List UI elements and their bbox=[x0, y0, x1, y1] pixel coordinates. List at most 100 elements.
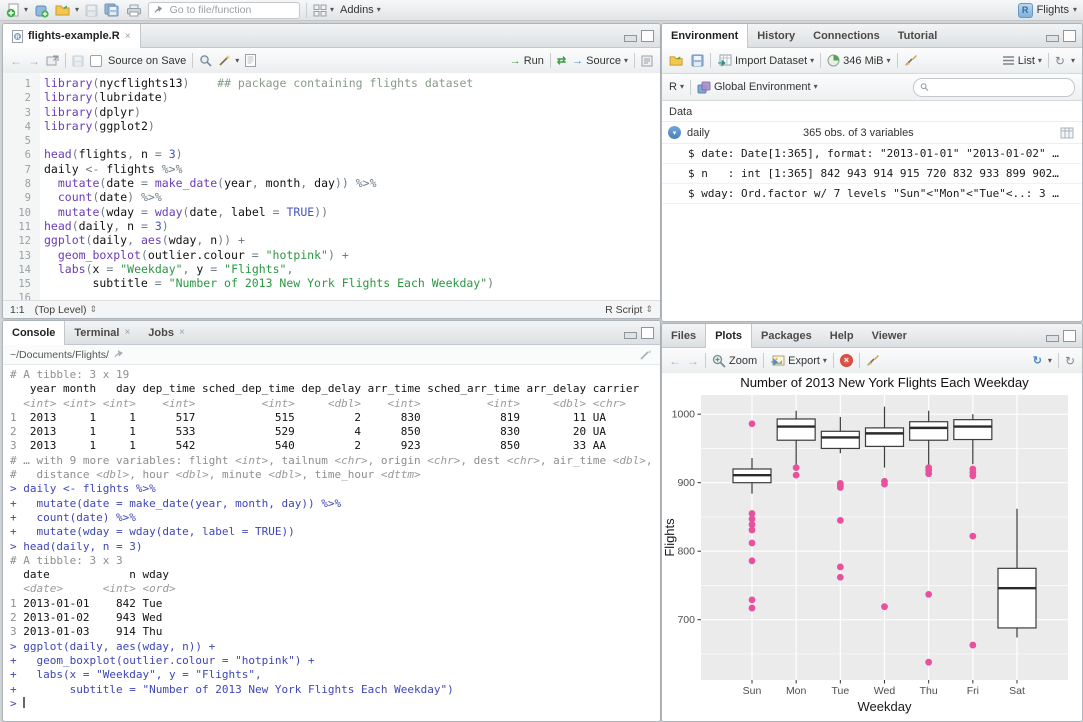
tab-console[interactable]: Console bbox=[3, 321, 65, 345]
view-table-icon[interactable] bbox=[1060, 127, 1074, 139]
minimize-pane-button[interactable] bbox=[1046, 35, 1059, 42]
publish-icon[interactable]: ↻ bbox=[1033, 354, 1042, 367]
close-icon[interactable]: × bbox=[125, 31, 131, 42]
maximize-pane-button[interactable] bbox=[1063, 30, 1076, 42]
tab-packages[interactable]: Packages bbox=[752, 324, 821, 347]
back-icon[interactable]: ← bbox=[10, 54, 22, 68]
expand-object-icon[interactable]: ▾ bbox=[668, 126, 681, 139]
console-line: + geom_boxplot(outlier.colour = "hotpink… bbox=[10, 654, 660, 668]
maximize-pane-button[interactable] bbox=[641, 327, 654, 339]
code-editor[interactable]: 1library(nycflights13) ## package contai… bbox=[3, 73, 660, 301]
save-button[interactable] bbox=[85, 4, 98, 17]
line-number: 1 bbox=[3, 77, 31, 91]
language-selector[interactable]: R ▾ bbox=[669, 81, 684, 93]
close-icon[interactable]: × bbox=[179, 327, 185, 338]
save-icon[interactable] bbox=[72, 55, 84, 67]
open-folder-icon bbox=[55, 3, 72, 17]
tab-terminal[interactable]: Terminal× bbox=[65, 321, 139, 344]
open-file-button[interactable]: ▾ bbox=[55, 3, 79, 17]
language-label: R bbox=[669, 81, 677, 93]
source-button[interactable]: → Source ▾ bbox=[572, 55, 628, 67]
code-line: 3library(dplyr) bbox=[3, 105, 660, 119]
project-menu[interactable]: R Flights ▾ bbox=[1018, 3, 1077, 18]
next-plot-icon[interactable]: → bbox=[687, 354, 699, 368]
new-project-button[interactable] bbox=[34, 3, 49, 18]
remove-plot-icon[interactable]: × bbox=[840, 354, 853, 367]
environment-scope-selector[interactable]: Global Environment ▾ bbox=[697, 81, 818, 94]
console-line: 1 2013-01-01 842 Tue bbox=[10, 597, 660, 611]
tab-connections[interactable]: Connections bbox=[804, 24, 889, 47]
tab-files[interactable]: Files bbox=[662, 324, 705, 347]
search-icon[interactable] bbox=[199, 54, 212, 67]
goto-directory-icon[interactable] bbox=[114, 350, 124, 360]
minimize-pane-button[interactable] bbox=[624, 332, 637, 339]
maximize-pane-button[interactable] bbox=[1063, 330, 1076, 342]
code-line: 14 labs(x = "Weekday", y = "Flights", bbox=[3, 262, 660, 276]
tab-flights-example[interactable]: R flights-example.R × bbox=[3, 24, 141, 48]
object-name: daily bbox=[687, 127, 803, 139]
minimize-pane-button[interactable] bbox=[624, 35, 637, 42]
cursor-position: 1:1 bbox=[10, 304, 25, 316]
console-line: + mutate(date = make_date(year, month, d… bbox=[10, 497, 660, 511]
clear-console-icon[interactable] bbox=[639, 349, 653, 361]
import-dataset-button[interactable]: Import Dataset ▾ bbox=[717, 54, 814, 67]
tab-plots[interactable]: Plots bbox=[705, 324, 752, 348]
line-number: 5 bbox=[3, 134, 31, 148]
file-type-selector[interactable]: R Script ⇕ bbox=[605, 304, 653, 316]
caret-icon: ▾ bbox=[1073, 6, 1077, 14]
object-row-daily[interactable]: ▾ daily 365 obs. of 3 variables bbox=[662, 121, 1082, 144]
code-tools-button[interactable]: ▾ bbox=[218, 54, 239, 67]
rerun-icon[interactable]: ⇄ bbox=[557, 54, 566, 67]
clear-plots-broom-icon[interactable] bbox=[866, 354, 880, 367]
maximize-pane-button[interactable] bbox=[641, 30, 654, 42]
compile-report-icon[interactable] bbox=[245, 54, 256, 67]
line-number: 8 bbox=[3, 177, 31, 191]
minimize-pane-button[interactable] bbox=[1046, 335, 1059, 342]
save-workspace-icon[interactable] bbox=[691, 54, 704, 67]
refresh-plot-icon[interactable]: ↻ bbox=[1065, 354, 1075, 368]
tab-tutorial[interactable]: Tutorial bbox=[889, 24, 947, 47]
close-icon[interactable]: × bbox=[124, 327, 130, 338]
list-view-button[interactable]: List ▾ bbox=[1002, 55, 1042, 67]
tab-history[interactable]: History bbox=[748, 24, 804, 47]
console-line: <date> <int> <ord> bbox=[10, 582, 660, 596]
export-icon bbox=[770, 354, 785, 367]
tab-jobs[interactable]: Jobs× bbox=[139, 321, 194, 344]
environment-search[interactable] bbox=[913, 78, 1075, 97]
refresh-icon[interactable]: ↻ bbox=[1055, 54, 1065, 68]
popout-icon[interactable] bbox=[46, 55, 59, 67]
forward-icon[interactable]: → bbox=[28, 54, 40, 68]
run-button[interactable]: → Run bbox=[510, 55, 544, 67]
svg-text:Sat: Sat bbox=[1009, 685, 1025, 697]
console-line: + count(date) %>% bbox=[10, 511, 660, 525]
source-on-save-checkbox[interactable] bbox=[90, 55, 102, 67]
goto-file-search[interactable] bbox=[148, 2, 300, 19]
addins-menu[interactable]: Addins ▾ bbox=[340, 4, 381, 16]
tab-viewer[interactable]: Viewer bbox=[863, 324, 916, 347]
export-plot-button[interactable]: Export ▾ bbox=[770, 354, 827, 367]
pane-grid-icon bbox=[313, 4, 327, 17]
zoom-plot-button[interactable]: Zoom bbox=[712, 354, 757, 368]
new-file-button[interactable]: ▾ bbox=[6, 3, 28, 18]
main-toolbar: ▾ ▾ ▾ Addins ▾ bbox=[0, 0, 1083, 21]
console-output[interactable]: # A tibble: 3 x 19 year month day dep_ti… bbox=[3, 364, 660, 721]
caret-icon: ▾ bbox=[887, 57, 891, 65]
document-outline-icon[interactable] bbox=[641, 55, 653, 67]
goto-file-input[interactable] bbox=[168, 3, 294, 17]
tab-environment[interactable]: Environment bbox=[662, 24, 748, 48]
console-line: <int> <int> <int> <int> <int> <dbl> <int… bbox=[10, 397, 660, 411]
source-statusbar: 1:1 (Top Level) ⇕ R Script ⇕ bbox=[3, 300, 660, 318]
scope-selector[interactable]: (Top Level) ⇕ bbox=[35, 304, 98, 316]
memory-usage-button[interactable]: 346 MiB ▾ bbox=[827, 54, 890, 67]
object-detail-row: $ n : int [1:365] 842 943 914 915 720 83… bbox=[662, 164, 1082, 184]
clear-objects-broom-icon[interactable] bbox=[904, 54, 918, 67]
tab-help[interactable]: Help bbox=[821, 324, 863, 347]
save-all-button[interactable] bbox=[104, 3, 120, 17]
environment-search-input[interactable] bbox=[933, 80, 1068, 94]
pane-layout-button[interactable]: ▾ bbox=[313, 4, 334, 17]
print-button[interactable] bbox=[126, 4, 142, 17]
previous-plot-icon[interactable]: ← bbox=[669, 354, 681, 368]
svg-text:Thu: Thu bbox=[920, 685, 938, 697]
load-workspace-icon[interactable] bbox=[669, 54, 685, 67]
console-cursor bbox=[23, 697, 25, 708]
